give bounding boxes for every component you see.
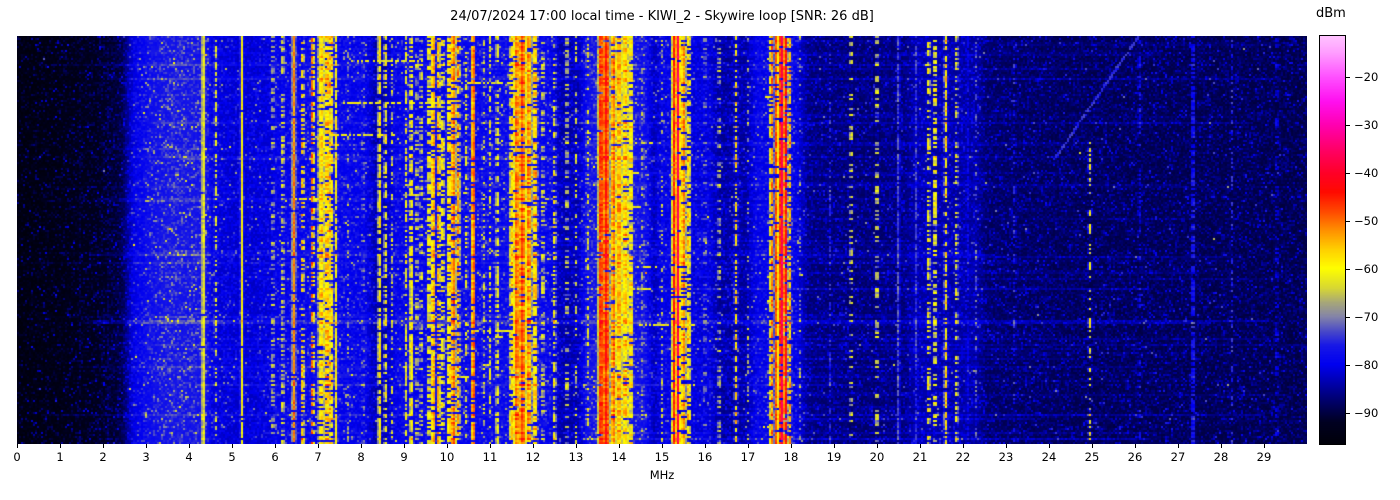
x-tick-mark (748, 444, 749, 448)
x-tick-mark (232, 444, 233, 448)
x-tick-mark (447, 444, 448, 448)
x-tick-mark (834, 444, 835, 448)
x-tick-label: 16 (697, 450, 713, 464)
waterfall-canvas (17, 36, 1307, 444)
colorbar-tick-label: −50 (1354, 213, 1379, 228)
x-tick-label: 21 (912, 450, 928, 464)
x-tick-mark (705, 444, 706, 448)
x-tick-label: 14 (611, 450, 627, 464)
x-tick-mark (1264, 444, 1265, 448)
x-tick-mark (533, 444, 534, 448)
x-tick-mark (1006, 444, 1007, 448)
x-tick-label: 6 (271, 450, 279, 464)
x-tick-mark (60, 444, 61, 448)
x-tick-label: 4 (185, 450, 193, 464)
x-tick-label: 25 (1084, 450, 1100, 464)
x-tick-label: 2 (99, 450, 107, 464)
x-tick-mark (791, 444, 792, 448)
x-tick-mark (146, 444, 147, 448)
x-tick-mark (189, 444, 190, 448)
x-tick-label: 5 (228, 450, 236, 464)
colorbar-tick-label: −90 (1354, 405, 1379, 420)
x-tick-label: 26 (1127, 450, 1143, 464)
x-tick-label: 27 (1170, 450, 1186, 464)
x-tick-label: 7 (314, 450, 322, 464)
x-tick-mark (877, 444, 878, 448)
x-tick-label: 19 (826, 450, 842, 464)
x-tick-mark (619, 444, 620, 448)
x-tick-label: 3 (142, 450, 150, 464)
x-tick-mark (1049, 444, 1050, 448)
x-tick-label: 18 (783, 450, 799, 464)
colorbar-tick-mark (1346, 76, 1350, 78)
colorbar-tick-mark (1346, 316, 1350, 318)
x-tick-mark (1178, 444, 1179, 448)
x-axis-label: MHz (649, 468, 675, 482)
x-tick-label: 10 (439, 450, 455, 464)
colorbar-tick-mark (1346, 124, 1350, 126)
x-tick-label: 13 (568, 450, 584, 464)
colorbar-canvas (1319, 35, 1346, 445)
x-tick-label: 22 (955, 450, 971, 464)
x-tick-label: 23 (998, 450, 1014, 464)
x-tick-mark (17, 444, 18, 448)
x-tick-label: 11 (482, 450, 498, 464)
x-tick-label: 24 (1041, 450, 1057, 464)
colorbar-tick-mark (1346, 364, 1350, 366)
x-tick-mark (490, 444, 491, 448)
colorbar-tick-label: −60 (1354, 261, 1379, 276)
x-tick-mark (318, 444, 319, 448)
x-tick-label: 9 (400, 450, 408, 464)
x-tick-label: 29 (1256, 450, 1272, 464)
x-tick-label: 12 (525, 450, 541, 464)
colorbar-tick-label: −80 (1354, 357, 1379, 372)
colorbar-tick-label: −70 (1354, 309, 1379, 324)
x-tick-mark (963, 444, 964, 448)
colorbar-label: dBm (1316, 6, 1346, 21)
x-tick-mark (920, 444, 921, 448)
x-tick-mark (404, 444, 405, 448)
x-tick-mark (662, 444, 663, 448)
colorbar-tick-label: −40 (1354, 165, 1379, 180)
x-tick-label: 28 (1213, 450, 1229, 464)
x-tick-label: 1 (56, 450, 64, 464)
spectrogram-figure: 24/07/2024 17:00 local time - KIWI_2 - S… (0, 0, 1400, 500)
x-tick-label: 8 (357, 450, 365, 464)
x-tick-label: 17 (740, 450, 756, 464)
chart-title: 24/07/2024 17:00 local time - KIWI_2 - S… (450, 9, 874, 24)
x-tick-label: 0 (13, 450, 21, 464)
colorbar-tick-mark (1346, 268, 1350, 270)
x-tick-mark (103, 444, 104, 448)
x-tick-mark (1135, 444, 1136, 448)
colorbar-tick-mark (1346, 172, 1350, 174)
x-tick-mark (275, 444, 276, 448)
colorbar-tick-label: −20 (1354, 69, 1379, 84)
x-tick-mark (1092, 444, 1093, 448)
x-tick-mark (576, 444, 577, 448)
colorbar-tick-mark (1346, 412, 1350, 414)
x-tick-label: 15 (654, 450, 670, 464)
x-tick-mark (361, 444, 362, 448)
colorbar-tick-label: −30 (1354, 117, 1379, 132)
x-tick-label: 20 (869, 450, 885, 464)
colorbar-tick-mark (1346, 220, 1350, 222)
x-tick-mark (1221, 444, 1222, 448)
